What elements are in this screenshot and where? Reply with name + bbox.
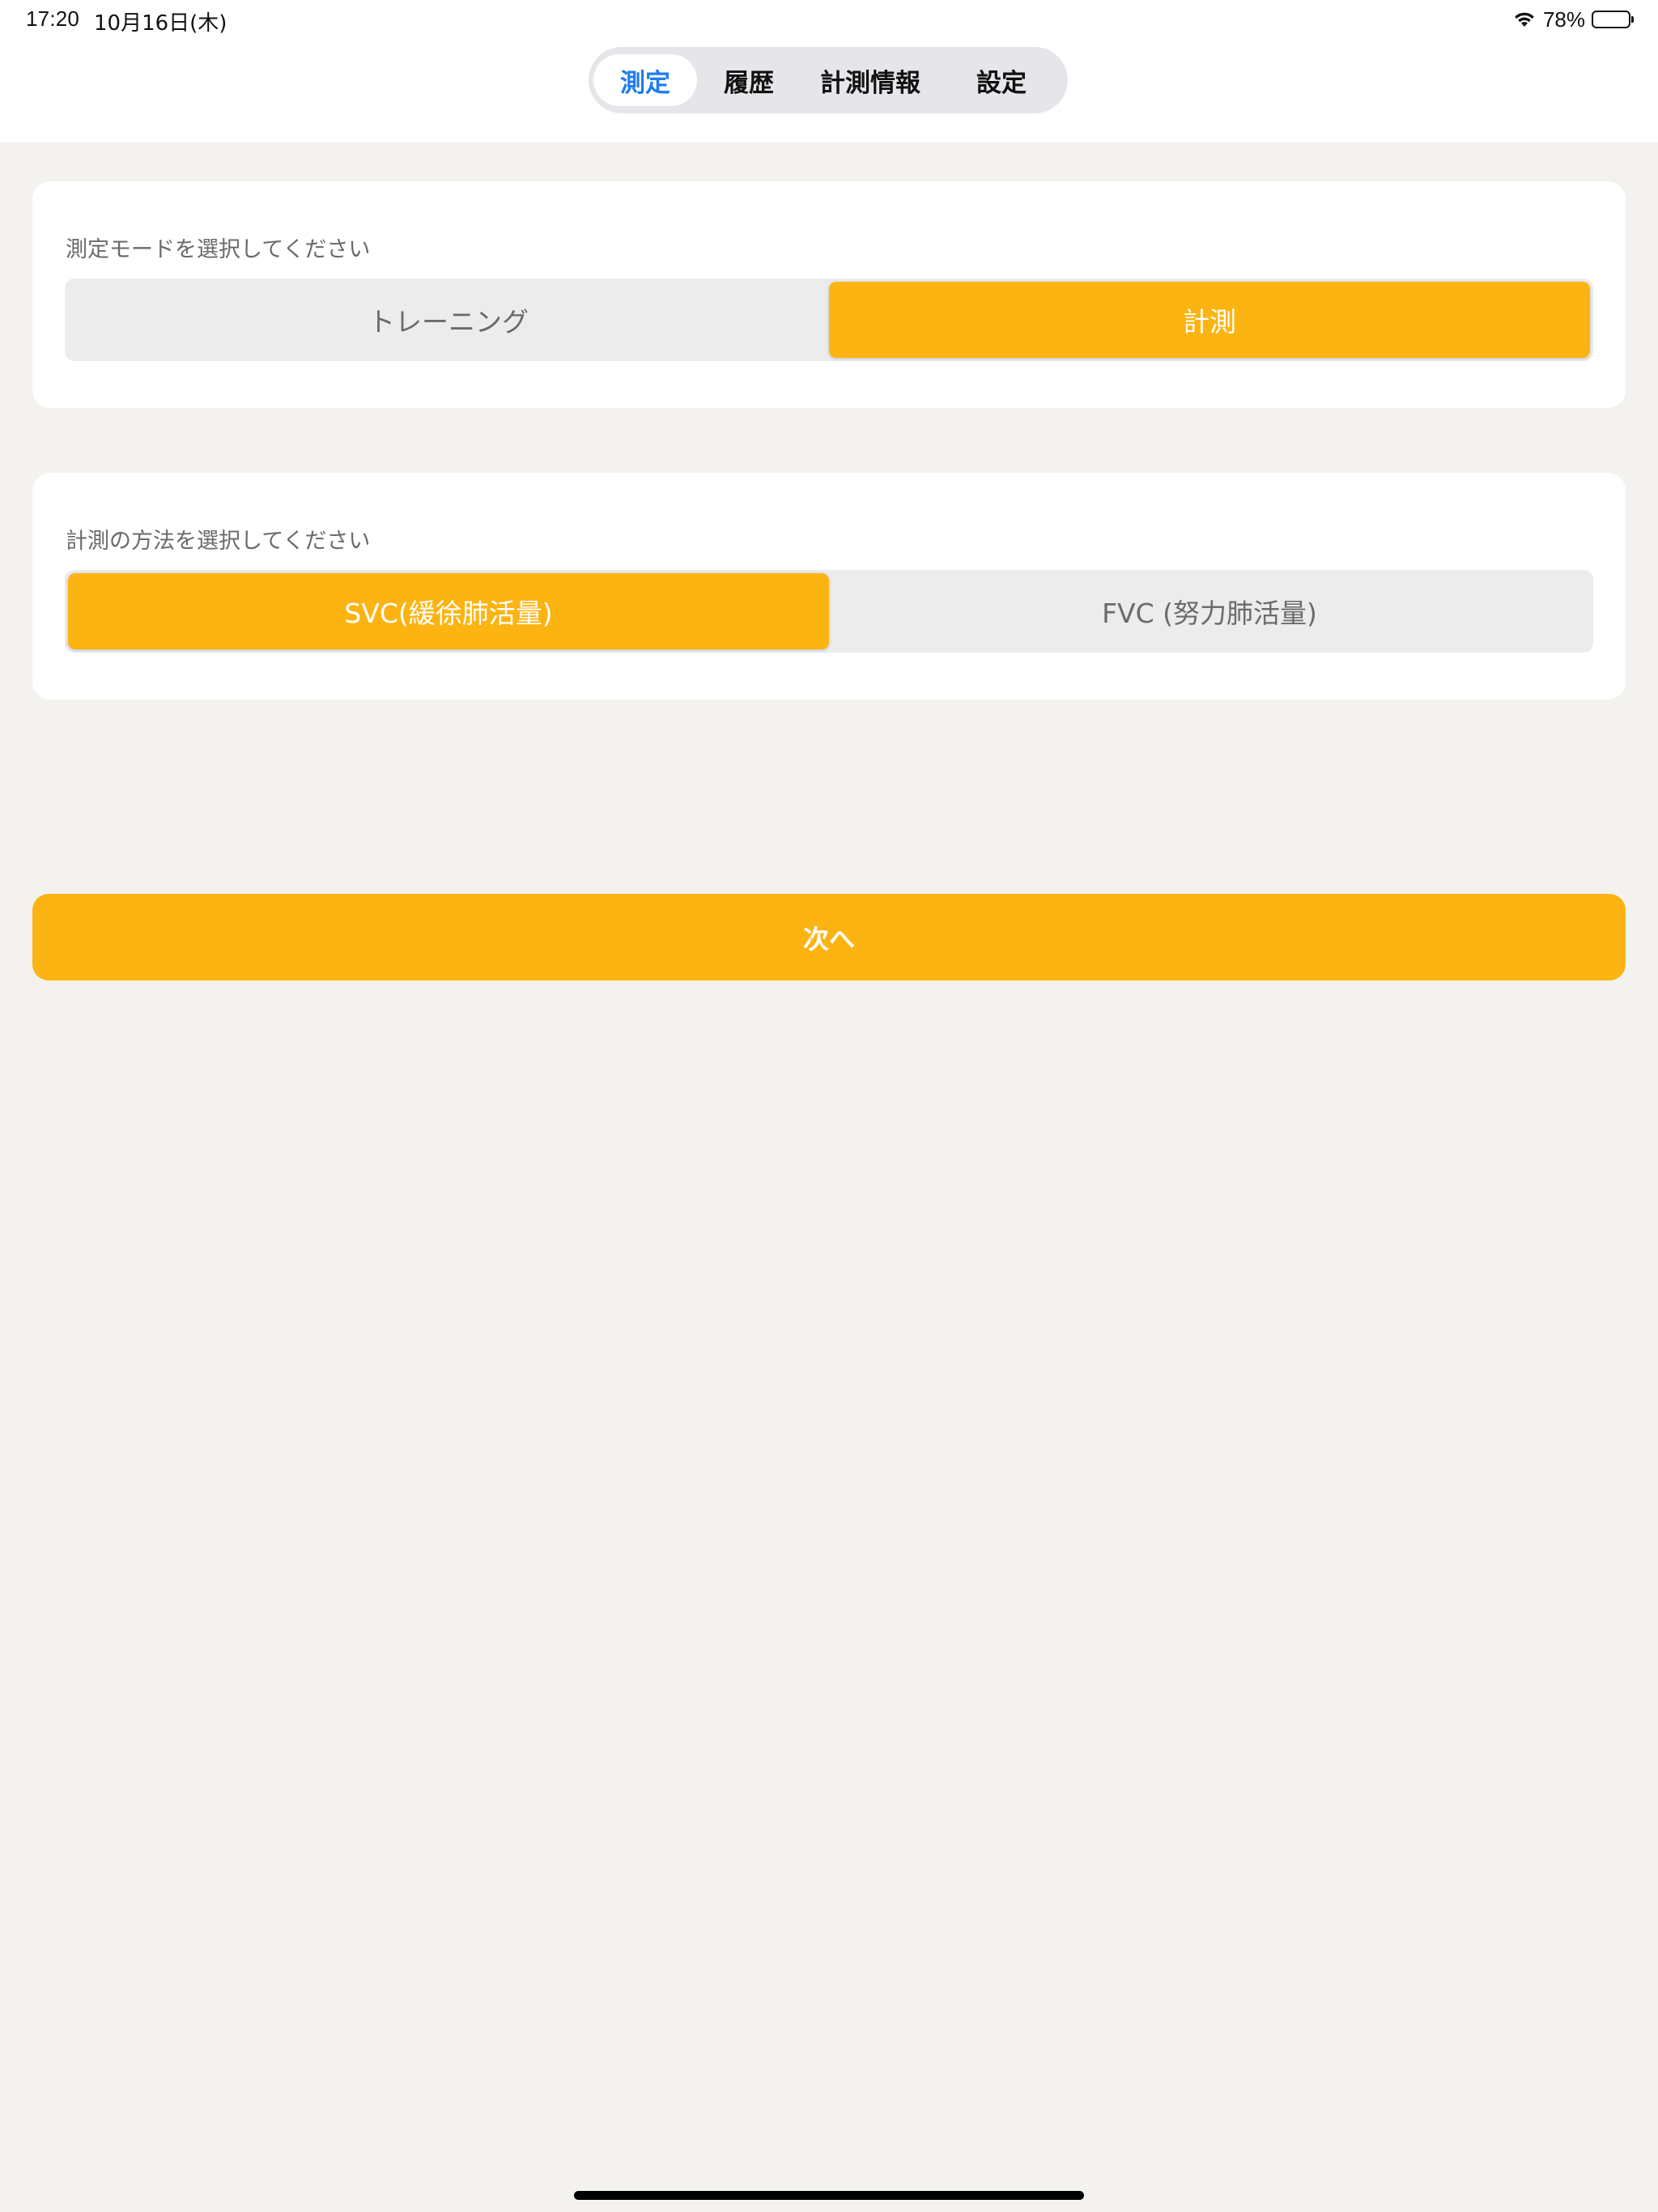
status-time: 17:20 <box>26 6 80 31</box>
method-option-fvc[interactable]: FVC (努力肺活量) <box>829 573 1590 649</box>
tab-settings[interactable]: 設定 <box>940 54 1063 106</box>
method-card: 計測の方法を選択してください SVC(緩徐肺活量) FVC (努力肺活量) <box>32 473 1626 700</box>
mode-option-training[interactable]: トレーニング <box>68 282 829 358</box>
home-indicator[interactable] <box>574 2191 1084 2200</box>
mode-label: 測定モードを選択してください <box>66 237 371 262</box>
mode-option-measurement[interactable]: 計測 <box>829 282 1590 358</box>
status-date: 10月16日(木) <box>94 11 227 36</box>
method-segmented-control: SVC(緩徐肺活量) FVC (努力肺活量) <box>65 570 1593 653</box>
top-bar: 17:20 10月16日(木) 78% 測定 履歴 計測情報 設定 <box>0 0 1658 143</box>
tab-measurement-info[interactable]: 計測情報 <box>801 54 940 106</box>
wifi-icon <box>1512 11 1537 28</box>
method-option-svc[interactable]: SVC(緩徐肺活量) <box>68 573 829 649</box>
method-label: 計測の方法を選択してください <box>66 529 371 554</box>
battery-icon <box>1592 11 1634 28</box>
tab-measure[interactable]: 測定 <box>593 54 697 106</box>
tab-history[interactable]: 履歴 <box>697 54 801 106</box>
battery-percent: 78% <box>1542 6 1585 32</box>
next-button[interactable]: 次へ <box>32 894 1626 981</box>
mode-segmented-control: トレーニング 計測 <box>65 279 1593 361</box>
status-indicators: 78% <box>1512 6 1634 32</box>
mode-card: 測定モードを選択してください トレーニング 計測 <box>32 181 1626 408</box>
tab-bar: 測定 履歴 計測情報 設定 <box>589 47 1068 113</box>
